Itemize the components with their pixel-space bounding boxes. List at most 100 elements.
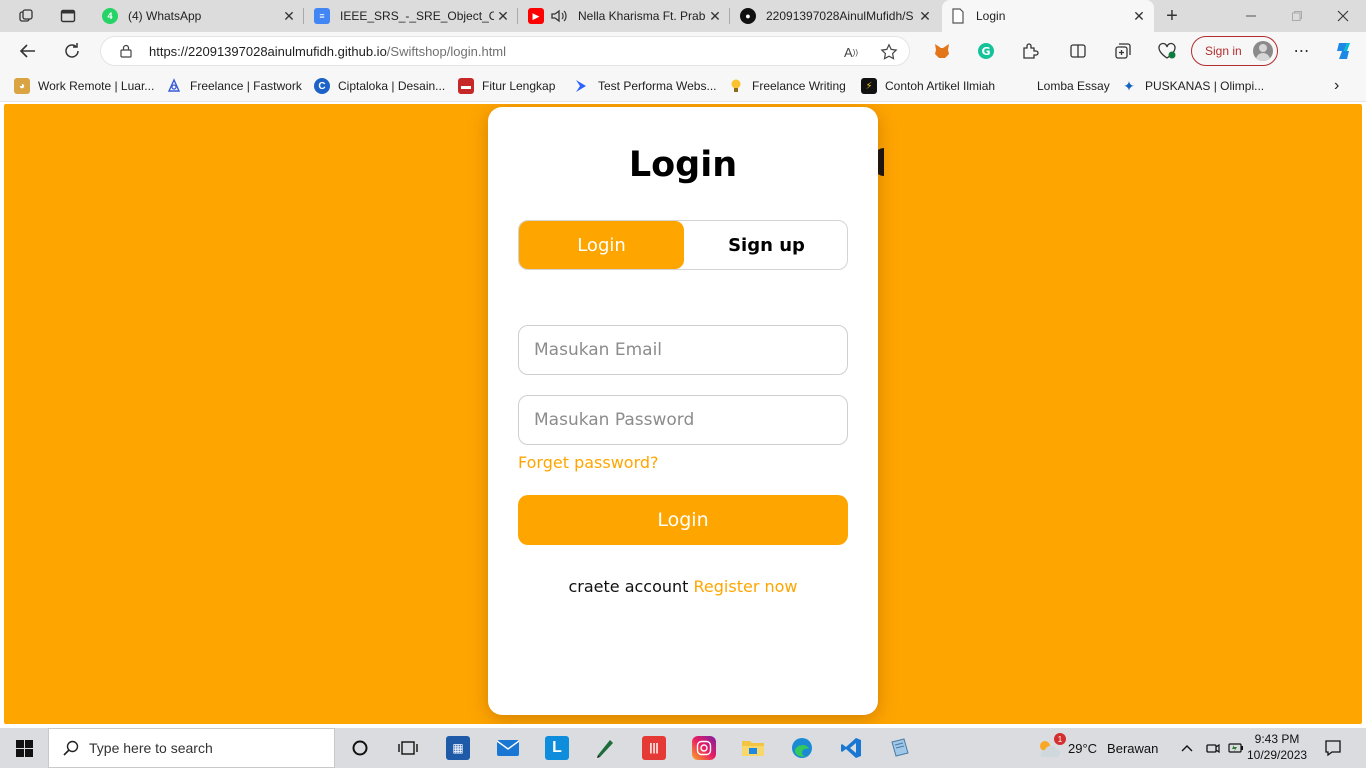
- bookmark-label: Test Performa Webs...: [598, 79, 717, 93]
- meet-now-icon[interactable]: [1205, 728, 1221, 768]
- register-prefix: craete account: [568, 577, 689, 596]
- bookmark-fastwork[interactable]: Freelance | Fastwork: [166, 77, 302, 95]
- weather-widget[interactable]: 1 29°C Berawan: [1036, 728, 1158, 768]
- fastwork-icon: [166, 78, 182, 94]
- close-icon[interactable]: ✕: [706, 7, 724, 25]
- star-icon: ✦: [1123, 77, 1135, 94]
- file-explorer-icon[interactable]: [741, 736, 765, 760]
- battery-icon[interactable]: [1228, 728, 1244, 768]
- chevron-right-icon[interactable]: ›: [1334, 77, 1339, 95]
- email-field[interactable]: [518, 325, 848, 375]
- address-bar[interactable]: https://22091397028ainulmufidh.github.io…: [100, 36, 910, 66]
- bookmark-freelance-writing[interactable]: Freelance Writing: [728, 77, 846, 95]
- refresh-icon[interactable]: [61, 40, 83, 62]
- register-link[interactable]: Register now: [694, 577, 798, 596]
- start-button[interactable]: [0, 728, 48, 768]
- bookmark-puskanas[interactable]: ✦ PUSKANAS | Olimpi...: [1121, 77, 1264, 95]
- read-aloud-icon[interactable]: A)): [841, 42, 861, 62]
- page-icon: [950, 8, 966, 24]
- browser-tab-strip: 4 (4) WhatsApp ✕ ≡ IEEE_SRS_-_SRE_Object…: [0, 0, 1366, 32]
- mail-icon[interactable]: [496, 736, 520, 760]
- bookmark-work-remote[interactable]: ◕ Work Remote | Luar...: [14, 77, 154, 95]
- login-card: Login Login Sign up Forget password? Log…: [488, 107, 878, 715]
- notifications-icon[interactable]: [1324, 728, 1342, 768]
- workspaces-icon[interactable]: [16, 6, 36, 26]
- avatar: [1253, 41, 1273, 61]
- weather-description: Berawan: [1107, 740, 1159, 756]
- notepad-icon[interactable]: [888, 736, 912, 760]
- collections-icon[interactable]: [1112, 40, 1134, 62]
- minimize-button[interactable]: [1228, 0, 1274, 32]
- performance-icon: [574, 78, 590, 94]
- taskbar-search[interactable]: Type here to search: [48, 728, 335, 768]
- cortana-icon[interactable]: [348, 736, 372, 760]
- speaker-icon[interactable]: [550, 8, 570, 24]
- svg-text:G: G: [981, 45, 990, 58]
- more-options-icon[interactable]: ⋯: [1291, 40, 1313, 62]
- task-view-icon[interactable]: [396, 736, 420, 760]
- close-icon[interactable]: ✕: [280, 7, 298, 25]
- page-viewport: Login Login Sign up Forget password? Log…: [4, 104, 1362, 724]
- close-icon[interactable]: ✕: [916, 7, 934, 25]
- lock-icon[interactable]: [119, 44, 133, 58]
- tab-signup[interactable]: Sign up: [684, 221, 849, 269]
- bookmark-label: PUSKANAS | Olimpi...: [1145, 79, 1265, 93]
- tab-login[interactable]: Login: [519, 221, 684, 269]
- favorite-star-icon[interactable]: [879, 42, 899, 62]
- show-hidden-icons-icon[interactable]: [1180, 728, 1194, 768]
- inkscape-icon[interactable]: [593, 736, 617, 760]
- back-icon[interactable]: [17, 40, 39, 62]
- bookmark-label: Lomba Essay: [1037, 79, 1110, 93]
- github-icon: ●: [740, 8, 756, 24]
- bookmark-ciptaloka[interactable]: C Ciptaloka | Desain...: [314, 77, 445, 95]
- browser-toolbar: https://22091397028ainulmufidh.github.io…: [0, 32, 1366, 70]
- extensions-icon[interactable]: [1019, 40, 1041, 62]
- lark-icon[interactable]: L: [545, 736, 569, 760]
- bookmark-test-performa[interactable]: Test Performa Webs...: [574, 77, 716, 95]
- cloudy-weather-icon: 1: [1036, 733, 1066, 759]
- search-placeholder: Type here to search: [89, 740, 213, 756]
- vertical-tabs-icon[interactable]: [58, 6, 78, 26]
- system-clock[interactable]: 9:43 PM 10/29/2023: [1247, 731, 1307, 763]
- sign-in-button[interactable]: Sign in: [1191, 36, 1278, 66]
- tab-github[interactable]: ● 22091397028AinulMufidh/S ✕: [732, 0, 940, 32]
- store-icon[interactable]: ▦: [446, 736, 470, 760]
- url-text[interactable]: https://22091397028ainulmufidh.github.io…: [149, 44, 506, 59]
- vscode-icon[interactable]: [839, 736, 863, 760]
- close-icon[interactable]: ✕: [494, 7, 512, 25]
- tab-login[interactable]: Login ✕: [942, 0, 1154, 32]
- tab-ieee-srs[interactable]: ≡ IEEE_SRS_-_SRE_Object_Orie ✕: [306, 0, 518, 32]
- bookmark-fitur-lengkap[interactable]: ▬ Fitur Lengkap: [458, 77, 555, 95]
- edge-icon[interactable]: [790, 736, 814, 760]
- auth-mode-switch: Login Sign up: [518, 220, 848, 270]
- register-prompt: craete account Register now: [488, 577, 878, 596]
- whatsapp-icon: 4: [102, 8, 118, 24]
- bookmark-contoh-artikel[interactable]: ⚡ Contoh Artikel Ilmiah: [861, 77, 995, 95]
- notification-badge: 1: [1054, 733, 1066, 745]
- bookmark-lomba-essay[interactable]: Lomba Essay: [1037, 77, 1110, 95]
- split-screen-icon[interactable]: [1067, 40, 1089, 62]
- tab-whatsapp[interactable]: 4 (4) WhatsApp ✕: [94, 0, 304, 32]
- grammarly-icon[interactable]: G: [975, 40, 997, 62]
- sign-in-label: Sign in: [1205, 44, 1242, 58]
- clock-date: 10/29/2023: [1247, 748, 1308, 762]
- copilot-icon[interactable]: [1333, 40, 1355, 62]
- windows-icon: [15, 739, 33, 757]
- new-tab-icon[interactable]: +: [1162, 5, 1182, 27]
- bulb-icon: [728, 78, 744, 94]
- restore-button[interactable]: [1274, 0, 1320, 32]
- close-icon[interactable]: ✕: [1130, 7, 1148, 25]
- office-app-icon[interactable]: |||: [642, 736, 666, 760]
- instagram-icon[interactable]: [692, 736, 716, 760]
- tab-youtube[interactable]: ▶ Nella Kharisma Ft. Prab ✕: [520, 0, 730, 32]
- bookmark-label: Work Remote | Luar...: [38, 79, 155, 93]
- login-button[interactable]: Login: [518, 495, 848, 545]
- metamask-icon[interactable]: [931, 40, 953, 62]
- password-field[interactable]: [518, 395, 848, 445]
- search-icon: [63, 740, 79, 756]
- close-window-button[interactable]: [1320, 0, 1366, 32]
- windows-taskbar: Type here to search ▦ L ||| 1 29°C Beraw…: [0, 728, 1366, 768]
- browser-essentials-icon[interactable]: [1156, 40, 1178, 62]
- forget-password-link[interactable]: Forget password?: [518, 453, 659, 472]
- bookmark-label: Freelance Writing: [752, 79, 846, 93]
